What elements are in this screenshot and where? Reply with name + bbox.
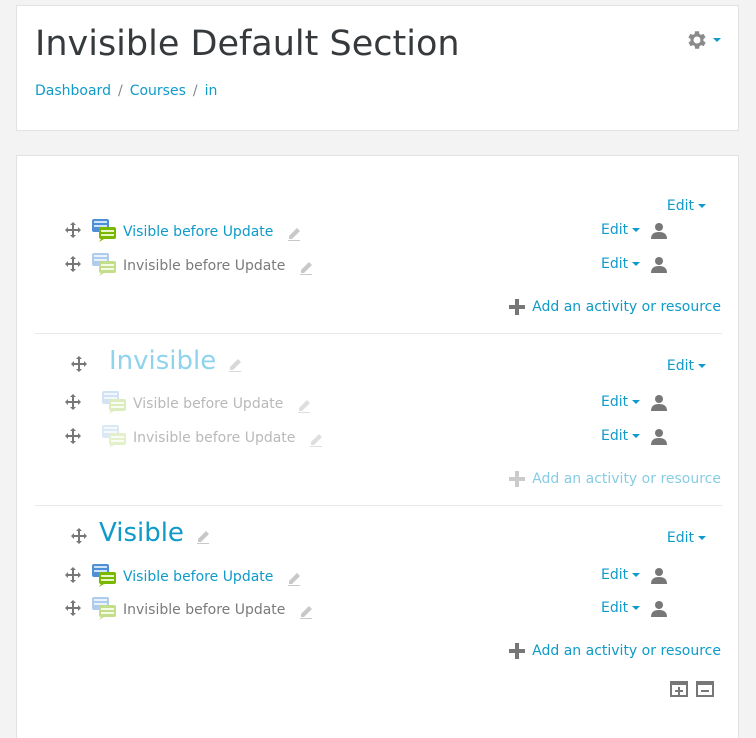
section-edit-label: Edit (666, 198, 694, 214)
move-icon[interactable] (65, 222, 81, 238)
activity-item: Visible before Update Edit (35, 218, 722, 244)
gear-icon (688, 31, 706, 49)
page-header: Invisible Default Section Dashboard / Co… (16, 5, 739, 131)
add-activity-button[interactable]: Add an activity or resource (509, 643, 721, 659)
section-edit-label: Edit (666, 530, 694, 546)
section-title[interactable]: Visible (99, 518, 184, 548)
activity-edit-label: Edit (601, 600, 629, 616)
add-activity-label: Add an activity or resource (532, 299, 721, 315)
chevron-down-icon (698, 204, 706, 208)
activity-link[interactable]: Invisible before Update (123, 258, 285, 274)
activity-link[interactable]: Visible before Update (123, 224, 273, 240)
breadcrumb-separator: / (192, 83, 198, 99)
user-icon (651, 429, 667, 445)
breadcrumb-courses[interactable]: Courses (130, 83, 186, 99)
plus-icon (509, 643, 526, 659)
pencil-icon[interactable] (309, 433, 323, 447)
activity-edit-label: Edit (601, 567, 629, 583)
pencil-icon[interactable] (297, 399, 311, 413)
pencil-icon[interactable] (228, 358, 242, 372)
activity-item: Invisible before Update Edit (35, 424, 722, 450)
page-title: Invisible Default Section (35, 24, 460, 64)
section-title[interactable]: Invisible (109, 346, 216, 376)
activity-edit-menu[interactable]: Edit (601, 394, 641, 410)
chevron-down-icon (632, 573, 641, 577)
activity-edit-menu[interactable]: Edit (601, 222, 641, 238)
move-icon[interactable] (65, 428, 81, 444)
activity-edit-label: Edit (601, 428, 629, 444)
chevron-down-icon (698, 536, 706, 540)
activity-item: Visible before Update Edit (35, 563, 722, 589)
add-activity-label: Add an activity or resource (532, 471, 721, 487)
plus-icon (509, 299, 526, 315)
chevron-down-icon (698, 364, 706, 368)
section-edit-label: Edit (666, 358, 694, 374)
user-icon (651, 257, 667, 273)
pencil-icon[interactable] (287, 572, 301, 586)
section-controls (670, 681, 714, 697)
activity-edit-label: Edit (601, 222, 629, 238)
chevron-down-icon (632, 606, 641, 610)
course-content: Edit Visible before Update Edit Invisibl… (16, 155, 739, 738)
activity-link[interactable]: Invisible before Update (133, 430, 295, 446)
forum-icon (92, 564, 116, 587)
activity-edit-label: Edit (601, 394, 629, 410)
user-icon (651, 568, 667, 584)
activity-item: Invisible before Update Edit (35, 252, 722, 278)
activity-edit-menu[interactable]: Edit (601, 600, 641, 616)
move-icon[interactable] (65, 567, 81, 583)
forum-icon (92, 219, 116, 242)
pencil-icon[interactable] (299, 605, 313, 619)
user-icon (651, 395, 667, 411)
add-section-icon[interactable] (670, 681, 688, 697)
add-activity-label: Add an activity or resource (532, 643, 721, 659)
move-icon[interactable] (65, 394, 81, 410)
forum-icon (102, 425, 126, 448)
settings-menu-button[interactable] (685, 28, 721, 52)
section-visible: Visible Edit Visible before Update Edit … (35, 505, 722, 705)
pencil-icon[interactable] (287, 227, 301, 241)
add-activity-button[interactable]: Add an activity or resource (509, 299, 721, 315)
move-icon[interactable] (71, 356, 87, 372)
section-edit-menu[interactable]: Edit (667, 198, 706, 214)
move-icon[interactable] (65, 600, 81, 616)
chevron-down-icon (713, 38, 721, 42)
forum-icon (92, 597, 116, 620)
activity-edit-menu[interactable]: Edit (601, 567, 641, 583)
move-icon[interactable] (71, 528, 87, 544)
section-invisible: Invisible Edit Visible before Update Edi… (35, 333, 722, 506)
chevron-down-icon (632, 262, 641, 266)
activity-link[interactable]: Visible before Update (123, 569, 273, 585)
breadcrumb-separator: / (117, 83, 123, 99)
activity-edit-menu[interactable]: Edit (601, 256, 641, 272)
forum-icon (102, 391, 126, 414)
activity-item: Visible before Update Edit (35, 390, 722, 416)
forum-icon (92, 253, 116, 276)
breadcrumb-in[interactable]: in (205, 83, 218, 99)
section-general: Edit Visible before Update Edit Invisibl… (35, 156, 722, 334)
activity-edit-label: Edit (601, 256, 629, 272)
chevron-down-icon (632, 400, 641, 404)
remove-section-icon[interactable] (696, 681, 714, 697)
breadcrumb: Dashboard / Courses / in (35, 83, 217, 99)
activity-link[interactable]: Invisible before Update (123, 602, 285, 618)
section-edit-menu[interactable]: Edit (667, 530, 706, 546)
user-icon (651, 601, 667, 617)
activity-link[interactable]: Visible before Update (133, 396, 283, 412)
chevron-down-icon (632, 434, 641, 438)
activity-item: Invisible before Update Edit (35, 596, 722, 622)
activity-edit-menu[interactable]: Edit (601, 428, 641, 444)
add-activity-button[interactable]: Add an activity or resource (509, 471, 721, 487)
pencil-icon[interactable] (196, 530, 210, 544)
section-edit-menu[interactable]: Edit (667, 358, 706, 374)
chevron-down-icon (632, 228, 641, 232)
user-icon (651, 223, 667, 239)
breadcrumb-dashboard[interactable]: Dashboard (35, 83, 111, 99)
pencil-icon[interactable] (299, 261, 313, 275)
plus-icon (509, 471, 526, 487)
move-icon[interactable] (65, 256, 81, 272)
